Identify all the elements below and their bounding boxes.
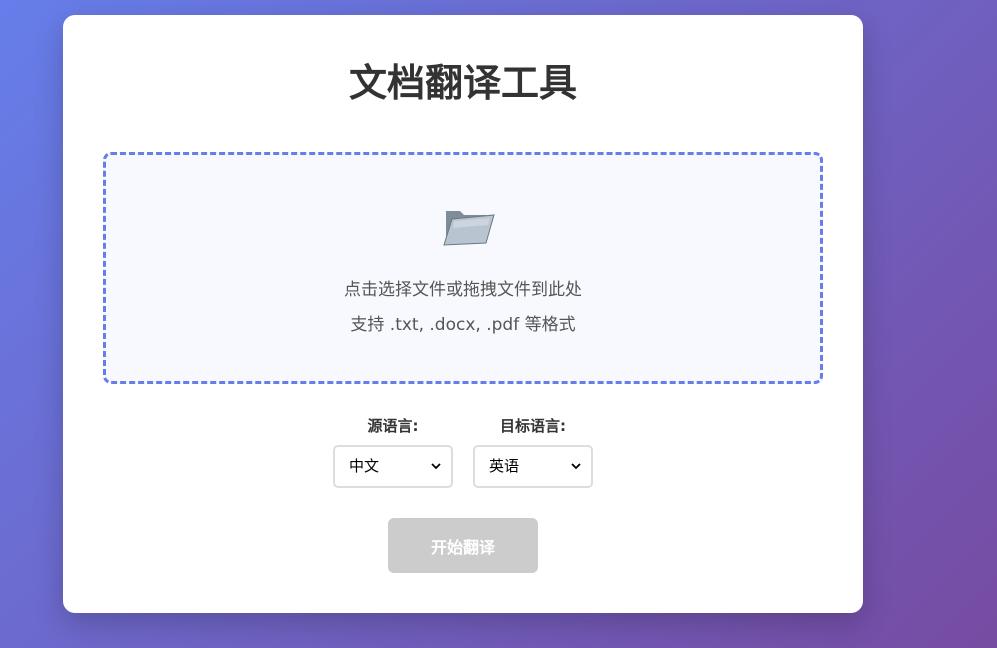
file-upload-dropzone[interactable]: 点击选择文件或拖拽文件到此处 支持 .txt, .docx, .pdf 等格式 (103, 152, 823, 384)
source-language-select[interactable]: 中文 (333, 445, 453, 488)
page-title: 文档翻译工具 (348, 61, 577, 105)
target-language-group: 目标语言: 英语 (473, 415, 593, 488)
source-language-group: 源语言: 中文 (333, 415, 453, 488)
source-language-label: 源语言: (367, 417, 419, 435)
main-card: 文档翻译工具 点击选择文件或拖拽文件到此处 支持 .txt, .docx, .p… (63, 15, 863, 613)
target-language-value: 英语 (489, 457, 520, 475)
source-language-value: 中文 (349, 457, 380, 475)
target-language-label: 目标语言: (500, 417, 566, 435)
upload-prompt: 点击选择文件或拖拽文件到此处 (344, 280, 582, 300)
target-language-select[interactable]: 英语 (473, 445, 593, 488)
start-translate-button[interactable]: 开始翻译 (388, 518, 538, 573)
chevron-down-icon (431, 463, 441, 470)
folder-icon (443, 211, 495, 246)
chevron-down-icon (571, 463, 581, 470)
supported-formats: 支持 .txt, .docx, .pdf 等格式 (350, 315, 576, 335)
